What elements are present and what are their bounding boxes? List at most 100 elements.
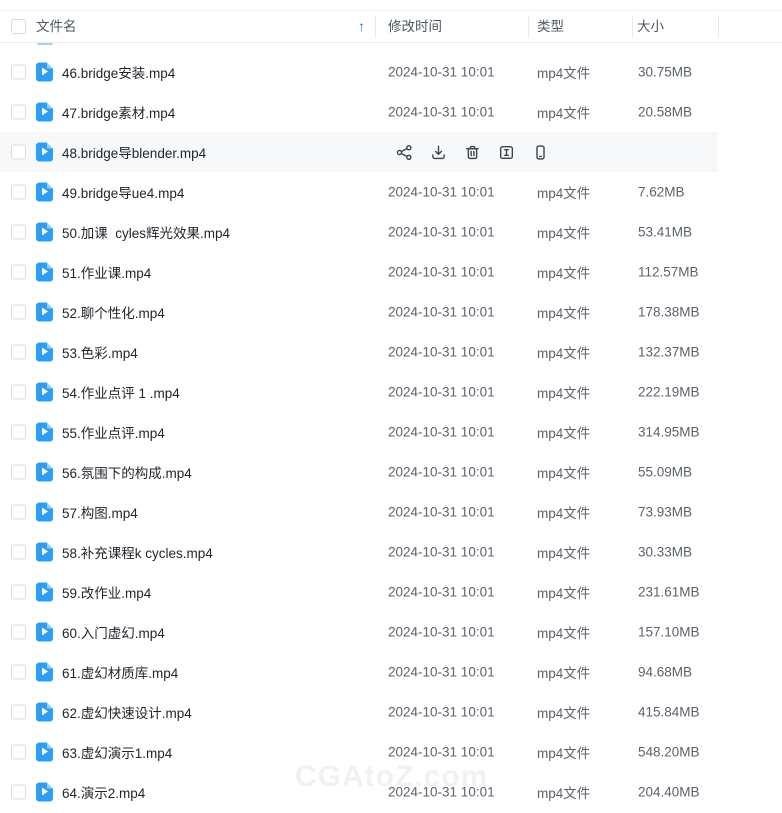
file-name[interactable]: 63.虚幻演示1.mp4 (62, 742, 172, 762)
table-row[interactable]: 56.氛围下的构成.mp4 2024-10-31 10:01 mp4文件 55.… (0, 452, 782, 492)
file-size: 112.57MB (638, 265, 699, 280)
row-checkbox[interactable] (11, 745, 26, 760)
row-checkbox[interactable] (11, 665, 26, 680)
file-modified-time: 2024-10-31 10:01 (388, 745, 495, 760)
table-row[interactable]: 60.入门虚幻.mp4 2024-10-31 10:01 mp4文件 157.1… (0, 612, 782, 652)
file-type: mp4文件 (537, 342, 590, 362)
file-modified-time: 2024-10-31 10:01 (388, 625, 495, 640)
file-type: mp4文件 (537, 542, 590, 562)
row-checkbox[interactable] (11, 425, 26, 440)
file-size: 132.37MB (638, 345, 700, 360)
table-row[interactable]: 57.构图.mp4 2024-10-31 10:01 mp4文件 73.93MB (0, 492, 782, 532)
row-checkbox[interactable] (11, 625, 26, 640)
file-type: mp4文件 (537, 382, 590, 402)
table-row[interactable]: 59.改作业.mp4 2024-10-31 10:01 mp4文件 231.61… (0, 572, 782, 612)
rename-button[interactable] (498, 143, 516, 161)
file-size: 314.95MB (638, 425, 700, 440)
table-row[interactable]: 58.补充课程k cycles.mp4 2024-10-31 10:01 mp4… (0, 532, 782, 572)
row-checkbox[interactable] (11, 225, 26, 240)
file-type: mp4文件 (537, 702, 590, 722)
row-checkbox[interactable] (11, 585, 26, 600)
file-name[interactable]: 49.bridge导ue4.mp4 (62, 182, 184, 202)
file-name[interactable]: 46.bridge安装.mp4 (62, 62, 175, 82)
download-button[interactable] (430, 143, 448, 161)
table-header: 文件名 ↑ 修改时间 类型 大小 (0, 10, 782, 43)
file-size: 73.93MB (638, 505, 692, 520)
delete-button[interactable] (464, 143, 482, 161)
file-type: mp4文件 (537, 182, 590, 202)
row-checkbox[interactable] (11, 465, 26, 480)
row-checkbox[interactable] (11, 705, 26, 720)
table-row[interactable]: 50.加课 cyles辉光效果.mp4 2024-10-31 10:01 mp4… (0, 212, 782, 252)
file-name[interactable]: 59.改作业.mp4 (62, 582, 151, 602)
file-name[interactable]: 47.bridge素材.mp4 (62, 102, 175, 122)
rename-icon (498, 144, 515, 161)
table-row[interactable]: 48.bridge导blender.mp4 (0, 132, 718, 172)
file-name[interactable]: 58.补充课程k cycles.mp4 (62, 542, 213, 562)
file-modified-time: 2024-10-31 10:01 (388, 785, 495, 800)
row-checkbox[interactable] (11, 65, 26, 80)
column-header-size[interactable]: 大小 (637, 11, 664, 42)
video-file-icon (36, 223, 53, 242)
file-name[interactable]: 54.作业点评 1 .mp4 (62, 382, 180, 402)
file-size: 7.62MB (638, 185, 685, 200)
send-to-mobile-button[interactable] (532, 143, 550, 161)
row-checkbox[interactable] (11, 545, 26, 560)
table-row[interactable]: 51.作业课.mp4 2024-10-31 10:01 mp4文件 112.57… (0, 252, 782, 292)
table-row[interactable]: 46.bridge安装.mp4 2024-10-31 10:01 mp4文件 3… (0, 52, 782, 92)
file-type: mp4文件 (537, 782, 590, 802)
table-row[interactable]: 52.聊个性化.mp4 2024-10-31 10:01 mp4文件 178.3… (0, 292, 782, 332)
share-button[interactable] (396, 143, 414, 161)
table-row[interactable]: 62.虚幻快速设计.mp4 2024-10-31 10:01 mp4文件 415… (0, 692, 782, 732)
row-checkbox[interactable] (11, 345, 26, 360)
file-name[interactable]: 53.色彩.mp4 (62, 342, 138, 362)
file-name[interactable]: 55.作业点评.mp4 (62, 422, 165, 442)
video-file-icon (36, 783, 53, 802)
row-actions (0, 132, 718, 172)
row-checkbox[interactable] (11, 105, 26, 120)
row-checkbox[interactable] (11, 265, 26, 280)
file-modified-time: 2024-10-31 10:01 (388, 465, 495, 480)
row-checkbox[interactable] (11, 505, 26, 520)
file-modified-time: 2024-10-31 10:01 (388, 105, 495, 120)
table-row[interactable]: 54.作业点评 1 .mp4 2024-10-31 10:01 mp4文件 22… (0, 372, 782, 412)
table-row[interactable]: 53.色彩.mp4 2024-10-31 10:01 mp4文件 132.37M… (0, 332, 782, 372)
table-row[interactable]: 47.bridge素材.mp4 2024-10-31 10:01 mp4文件 2… (0, 92, 782, 132)
file-modified-time: 2024-10-31 10:01 (388, 505, 495, 520)
video-file-icon (36, 183, 53, 202)
column-header-filename[interactable]: 文件名 (36, 11, 77, 42)
row-checkbox[interactable] (11, 385, 26, 400)
file-modified-time: 2024-10-31 10:01 (388, 305, 495, 320)
file-name[interactable]: 57.构图.mp4 (62, 502, 138, 522)
file-name[interactable]: 61.虚幻材质库.mp4 (62, 662, 178, 682)
share-icon (396, 144, 413, 161)
mobile-icon (532, 144, 549, 161)
file-name[interactable]: 56.氛围下的构成.mp4 (62, 462, 192, 482)
table-row[interactable]: 64.演示2.mp4 2024-10-31 10:01 mp4文件 204.40… (0, 772, 782, 812)
column-header-type[interactable]: 类型 (537, 11, 564, 42)
sort-ascending-icon[interactable]: ↑ (358, 11, 365, 42)
file-size: 222.19MB (638, 385, 700, 400)
file-type: mp4文件 (537, 462, 590, 482)
file-name[interactable]: 50.加课 cyles辉光效果.mp4 (62, 222, 230, 242)
column-divider (528, 15, 529, 38)
file-type: mp4文件 (537, 502, 590, 522)
table-row[interactable]: 61.虚幻材质库.mp4 2024-10-31 10:01 mp4文件 94.6… (0, 652, 782, 692)
column-header-modified[interactable]: 修改时间 (388, 11, 442, 42)
file-name[interactable]: 60.入门虚幻.mp4 (62, 622, 165, 642)
file-name[interactable]: 52.聊个性化.mp4 (62, 302, 165, 322)
file-modified-time: 2024-10-31 10:01 (388, 705, 495, 720)
row-checkbox[interactable] (11, 305, 26, 320)
file-name[interactable]: 62.虚幻快速设计.mp4 (62, 702, 192, 722)
file-name[interactable]: 64.演示2.mp4 (62, 782, 145, 802)
row-checkbox[interactable] (11, 785, 26, 800)
table-row[interactable]: 49.bridge导ue4.mp4 2024-10-31 10:01 mp4文件… (0, 172, 782, 212)
file-list: 46.bridge安装.mp4 2024-10-31 10:01 mp4文件 3… (0, 52, 782, 812)
row-checkbox[interactable] (11, 185, 26, 200)
table-row[interactable]: 55.作业点评.mp4 2024-10-31 10:01 mp4文件 314.9… (0, 412, 782, 452)
video-file-icon (36, 583, 53, 602)
table-row[interactable]: 63.虚幻演示1.mp4 2024-10-31 10:01 mp4文件 548.… (0, 732, 782, 772)
select-all-checkbox[interactable] (11, 19, 26, 34)
file-name[interactable]: 51.作业课.mp4 (62, 262, 151, 282)
file-size: 231.61MB (638, 585, 700, 600)
